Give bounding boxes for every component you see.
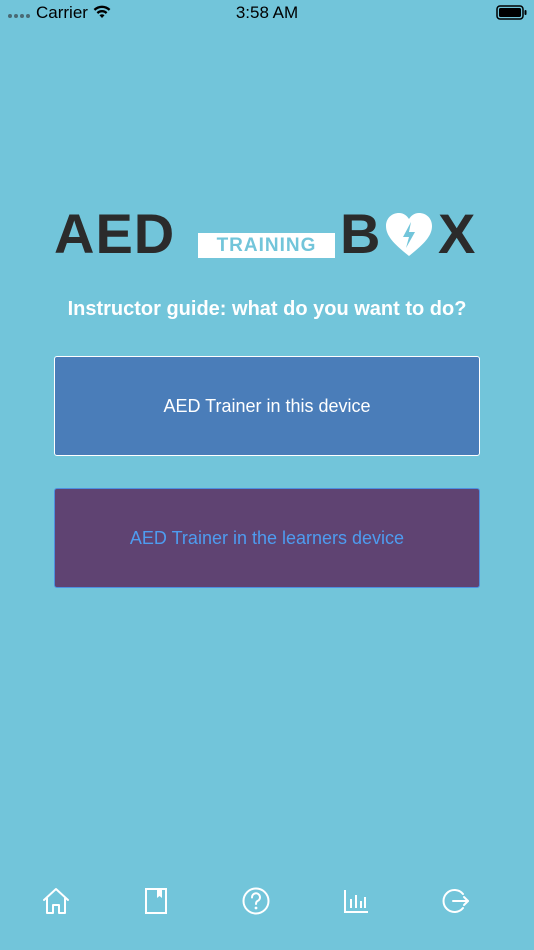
battery-icon <box>496 5 527 20</box>
logout-icon[interactable] <box>441 886 471 916</box>
stats-icon[interactable] <box>341 886 371 916</box>
logo-x-text: X <box>438 202 476 265</box>
trainer-this-device-label: AED Trainer in this device <box>163 395 371 416</box>
heart-lightning-icon <box>386 213 432 256</box>
trainer-learners-device-button[interactable]: AED Trainer in the learners device <box>54 488 480 588</box>
logo-training-text: TRAINING <box>198 233 335 258</box>
trainer-learners-device-label: AED Trainer in the learners device <box>129 527 405 548</box>
aed-training-box-logo: AED TRAINING B X <box>54 204 482 264</box>
logo-b-text: B <box>340 202 381 265</box>
trainer-this-device-button[interactable]: AED Trainer in this device <box>54 356 480 456</box>
status-bar: Carrier 3:58 AM <box>0 0 534 28</box>
instructor-prompt: Instructor guide: what do you want to do… <box>67 298 467 320</box>
home-icon[interactable] <box>41 886 71 916</box>
help-icon[interactable] <box>241 886 271 916</box>
book-icon[interactable] <box>141 886 171 916</box>
logo-aed-text: AED <box>54 202 176 265</box>
status-time: 3:58 AM <box>235 3 299 22</box>
